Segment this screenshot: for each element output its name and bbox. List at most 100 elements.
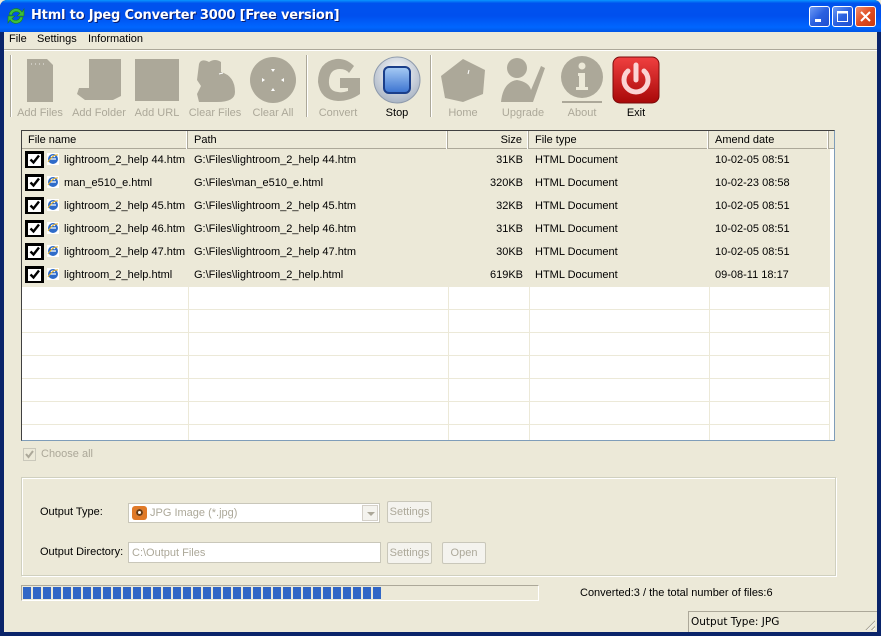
upgrade-button[interactable]: Upgrade	[494, 54, 552, 120]
chevron-down-icon[interactable]	[362, 505, 378, 521]
file-type-cell: HTML Document	[535, 246, 618, 258]
output-directory-value: C:\Output Files	[132, 547, 206, 559]
path-cell: G:\Files\lightroom_2_help 44.htm	[194, 154, 357, 166]
about-button[interactable]: About	[553, 54, 611, 120]
checkmark-icon	[29, 223, 40, 234]
add-folder-label: Add Folder	[72, 107, 126, 119]
grid-line	[829, 149, 830, 440]
row-checkbox[interactable]	[25, 266, 44, 283]
path-cell: G:\Files\lightroom_2_help 46.htm	[194, 223, 357, 235]
empty-row	[22, 287, 829, 310]
stop-button[interactable]: Stop	[368, 54, 426, 120]
html-file-icon	[47, 153, 59, 165]
clear-all-button[interactable]: Clear All	[244, 54, 302, 120]
file-row[interactable]: man_e510_e.html G:\Files\man_e510_e.html 3…	[22, 172, 829, 195]
file-list[interactable]: File name Path Size File type Amend date…	[21, 130, 835, 441]
home-icon	[441, 59, 485, 102]
file-list-header: File name Path Size File type Amend date	[22, 131, 834, 149]
row-checkbox[interactable]	[25, 197, 44, 214]
client-area: File Settings Information Add Files Add …	[4, 32, 877, 632]
file-row[interactable]: lightroom_2_help 44.htm G:\Files\lightroo…	[22, 149, 829, 172]
row-checkbox[interactable]	[25, 243, 44, 260]
path-cell: G:\Files\man_e510_e.html	[194, 177, 324, 189]
column-size[interactable]: Size	[448, 131, 529, 149]
file-row[interactable]: lightroom_2_help 47.htm G:\Files\lightroo…	[22, 241, 829, 264]
file-name-cell: lightroom_2_help.html	[64, 269, 173, 281]
toolbar: Add Files Add Folder Add URL Clear Files…	[4, 51, 877, 123]
grid-line	[448, 149, 449, 440]
output-directory-input[interactable]: C:\Output Files	[128, 542, 381, 563]
close-button[interactable]	[855, 6, 876, 27]
file-row[interactable]: lightroom_2_help 46.htm G:\Files\lightroo…	[22, 218, 829, 241]
minimize-button[interactable]	[809, 6, 830, 27]
clear-files-icon	[197, 60, 235, 102]
checkmark-icon	[25, 450, 34, 459]
menu-information[interactable]: Information	[85, 33, 146, 45]
menu-file[interactable]: File	[6, 33, 30, 45]
app-logo-icon	[7, 8, 25, 24]
file-name-cell: lightroom_2_help 46.htm	[64, 223, 186, 235]
size-cell: 31KB	[496, 223, 523, 235]
grid-line	[709, 149, 710, 440]
empty-row	[22, 310, 829, 333]
file-row[interactable]: lightroom_2_help.html G:\Files\lightroom_…	[22, 264, 829, 287]
output-settings-group: Output Type: JPG Image (*.jpg) Settings …	[21, 477, 836, 576]
output-type-value: JPG Image (*.jpg)	[150, 507, 238, 519]
title-bar[interactable]: Html to Jpeg Converter 3000 [Free versio…	[0, 0, 881, 32]
add-url-icon	[135, 59, 179, 101]
row-checkbox[interactable]	[25, 151, 44, 168]
path-cell: G:\Files\lightroom_2_help.html	[194, 269, 344, 281]
menu-settings[interactable]: Settings	[34, 33, 80, 45]
file-type-cell: HTML Document	[535, 223, 618, 235]
output-type-select[interactable]: JPG Image (*.jpg)	[128, 503, 380, 523]
upgrade-label: Upgrade	[501, 107, 545, 119]
file-type-cell: HTML Document	[535, 177, 618, 189]
output-directory-label: Output Directory:	[40, 546, 124, 558]
file-row[interactable]: lightroom_2_help 45.htm G:\Files\lightroo…	[22, 195, 829, 218]
file-type-cell: HTML Document	[535, 154, 618, 166]
html-file-icon	[47, 176, 59, 188]
checkmark-icon	[29, 200, 40, 211]
size-cell: 31KB	[496, 154, 523, 166]
clear-files-button[interactable]: Clear Files	[186, 54, 244, 120]
row-checkbox[interactable]	[25, 174, 44, 191]
output-type-settings-button[interactable]: Settings	[387, 501, 432, 523]
output-type-label: Output Type:	[40, 506, 103, 518]
output-directory-settings-button[interactable]: Settings	[387, 542, 432, 564]
open-directory-button[interactable]: Open	[442, 542, 486, 564]
column-file-name[interactable]: File name	[22, 131, 188, 149]
add-files-icon	[27, 59, 53, 102]
conversion-status: Converted:3 / the total number of files:…	[580, 587, 773, 599]
add-url-button[interactable]: Add URL	[128, 54, 186, 120]
clear-files-label: Clear Files	[188, 107, 242, 119]
add-files-button[interactable]: Add Files	[11, 54, 69, 120]
empty-row	[22, 425, 829, 440]
add-folder-button[interactable]: Add Folder	[70, 54, 128, 120]
convert-icon	[318, 58, 360, 101]
choose-all-box	[23, 448, 36, 461]
choose-all-label: Choose all	[41, 448, 93, 460]
resize-grip-icon[interactable]	[863, 618, 875, 630]
add-folder-icon	[77, 59, 121, 100]
minimize-icon	[815, 19, 821, 22]
exit-button[interactable]: Exit	[607, 54, 665, 120]
home-label: Home	[448, 107, 478, 119]
column-path[interactable]: Path	[188, 131, 448, 149]
column-file-type[interactable]: File type	[529, 131, 709, 149]
exit-label: Exit	[626, 107, 646, 119]
home-button[interactable]: Home	[434, 54, 492, 120]
menu-bar: File Settings Information	[4, 32, 877, 49]
size-cell: 619KB	[489, 269, 523, 281]
amend-date-cell: 09-08-11 18:17	[715, 269, 789, 281]
empty-row	[22, 333, 829, 356]
html-file-icon	[47, 245, 59, 257]
close-icon	[860, 11, 871, 22]
path-cell: G:\Files\lightroom_2_help 47.htm	[194, 246, 357, 258]
clear-all-label: Clear All	[252, 107, 294, 119]
column-amend-date[interactable]: Amend date	[709, 131, 829, 149]
convert-button[interactable]: Convert	[309, 54, 367, 120]
maximize-button[interactable]	[832, 6, 853, 27]
camera-icon	[132, 506, 147, 520]
row-checkbox[interactable]	[25, 220, 44, 237]
file-name-cell: lightroom_2_help 45.htm	[64, 200, 186, 212]
